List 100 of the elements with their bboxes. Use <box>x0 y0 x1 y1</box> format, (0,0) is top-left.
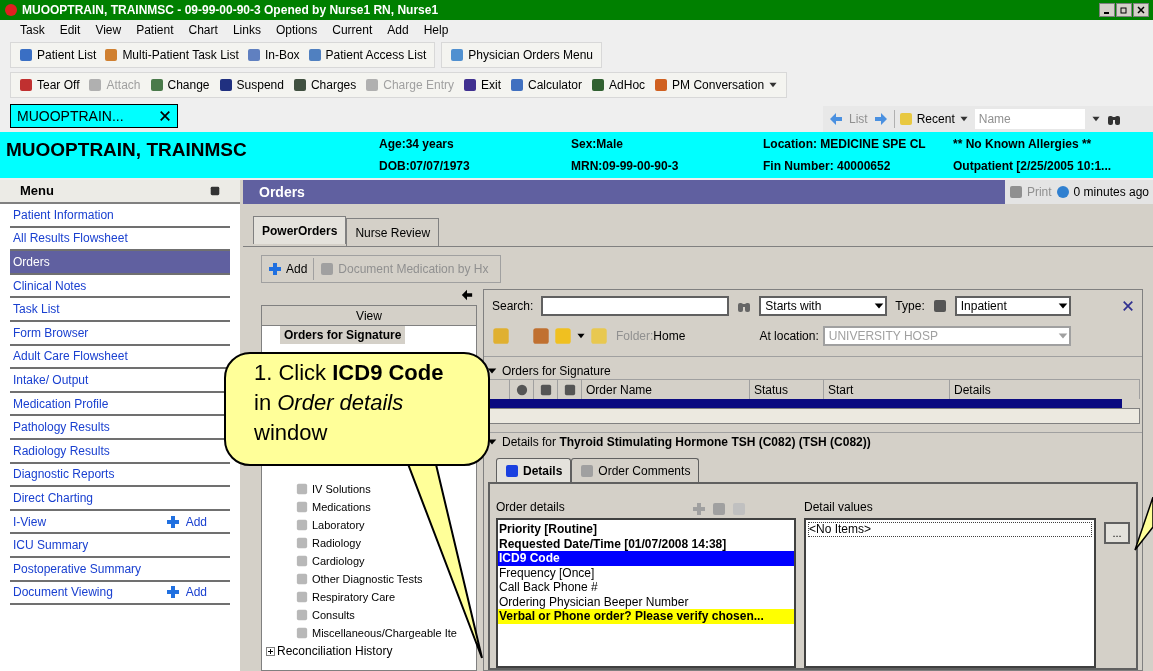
sidebar-item[interactable]: ICU Summary <box>10 534 230 558</box>
window-title: MUOOPTRAIN, TRAINMSC - 09-99-00-90-3 Opened by Nurse1 RN, Nurse1 <box>22 2 439 19</box>
tree-item[interactable]: IV Solutions <box>262 480 476 498</box>
menu-item[interactable]: Add <box>387 21 409 39</box>
restore-icon <box>1120 6 1128 14</box>
toolbar-button[interactable]: PM Conversation <box>654 76 779 94</box>
banner-field: DOB:07/07/1973 <box>379 157 571 175</box>
banner-field: Sex:Male <box>571 135 763 153</box>
plus-icon <box>268 262 282 276</box>
toolbar-button[interactable]: Patient Access List <box>307 46 427 64</box>
menu-item[interactable]: Patient <box>136 21 174 39</box>
type-dropdown[interactable]: Inpatient <box>954 296 1071 316</box>
order-detail-row[interactable]: Call Back Phone # <box>498 580 794 595</box>
tree-item[interactable]: Miscellaneous/Chargeable Ite <box>262 624 476 642</box>
tab[interactable]: PowerOrders <box>253 216 347 244</box>
tab[interactable]: Order Comments <box>571 458 700 482</box>
tree-item[interactable]: Respiratory Care <box>262 588 476 606</box>
tree-header: View <box>262 306 476 326</box>
tooltip-pointer <box>1134 497 1153 551</box>
tree-item[interactable]: Other Diagnostic Tests <box>262 570 476 588</box>
sidebar-item[interactable]: Clinical Notes <box>10 274 230 299</box>
sidebar-item[interactable]: Direct Charting <box>10 487 230 511</box>
order-detail-row[interactable]: Requested Date/Time [01/07/2008 14:38] <box>498 536 794 551</box>
menu-item[interactable]: Current <box>332 21 373 39</box>
tree-item[interactable]: Radiology <box>262 534 476 552</box>
toolbar-button[interactable]: Calculator <box>510 76 583 94</box>
banner-field: Location: MEDICINE SPE CL <box>763 135 953 153</box>
banner-field: Fin Number: 40000652 <box>763 157 953 175</box>
order-details-label: Order details <box>496 499 565 516</box>
close-button[interactable] <box>1133 3 1149 17</box>
folder-path: Folder:Home <box>616 328 686 345</box>
close-icon <box>1137 6 1145 14</box>
order-detail-row[interactable]: ICD9 Code <box>498 551 794 566</box>
sidebar-item[interactable]: Patient Information <box>10 204 230 228</box>
checkbox-icon <box>296 591 308 603</box>
tree-item[interactable]: Laboratory <box>262 516 476 534</box>
toolbar-button[interactable]: In-Box <box>246 46 300 64</box>
patient-tab[interactable]: MUOOPTRAIN... <box>10 104 178 128</box>
recent-button[interactable]: Recent <box>893 110 969 128</box>
detail-values-label: Detail values <box>804 499 874 516</box>
action-button[interactable]: Add <box>262 258 314 280</box>
orders-title: Orders <box>259 182 305 202</box>
tree-item[interactable]: Medications <box>262 498 476 516</box>
toolbar-button[interactable]: Physician Orders Menu <box>450 46 593 64</box>
banner-field: ** No Known Allergies ** <box>953 135 1147 153</box>
plus-icon <box>165 514 180 529</box>
tree-item[interactable]: Cardiology <box>262 552 476 570</box>
sidebar-item[interactable]: Postoperative Summary <box>10 557 230 582</box>
tab[interactable]: Nurse Review <box>346 218 440 246</box>
banner-field: Age:34 years <box>379 135 571 153</box>
tab[interactable]: Details <box>496 458 572 482</box>
toolbar-button[interactable]: Charges <box>292 76 357 94</box>
toolbar-button[interactable]: Suspend <box>218 76 284 94</box>
tree-item[interactable]: Consults <box>262 606 476 624</box>
toolbar-button[interactable]: Change <box>149 76 210 94</box>
detail-value[interactable]: <No Items> <box>808 522 1092 537</box>
sidebar-item[interactable]: Adult Care Flowsheet <box>10 345 230 370</box>
toolbar-button[interactable]: Tear Off <box>19 76 80 94</box>
checkbox-icon <box>296 609 308 621</box>
toolbar-button[interactable]: Multi-Patient Task List <box>104 46 239 64</box>
add-button[interactable]: Add <box>165 512 207 531</box>
order-detail-row[interactable]: Verbal or Phone order? Please verify chosen... <box>498 609 794 624</box>
sidebar-item[interactable]: Orders <box>10 251 230 275</box>
sidebar-item[interactable]: Task List <box>10 298 230 322</box>
order-detail-row[interactable]: Priority [Routine] <box>498 522 794 537</box>
sidebar-item[interactable]: Diagnostic Reports <box>10 463 230 488</box>
menu-item[interactable]: Edit <box>59 21 81 39</box>
details-title: Details for Thyroid Stimulating Hormone TSH (C082) (TSH (C082)) <box>502 433 871 451</box>
add-button[interactable]: Add <box>165 583 207 602</box>
tree-item[interactable]: Reconciliation History <box>262 642 476 660</box>
menu-item[interactable]: Chart <box>188 21 218 39</box>
menu-item[interactable]: Links <box>232 21 261 39</box>
browse-button[interactable]: ... <box>1104 522 1130 544</box>
location-label: At location: <box>759 328 819 345</box>
checkbox-icon <box>296 573 308 585</box>
sidebar-item[interactable]: Form Browser <box>10 321 230 346</box>
menu-item[interactable]: Options <box>275 21 318 39</box>
name-field[interactable]: Name <box>974 109 1085 129</box>
match-type-dropdown[interactable]: Starts with <box>759 296 888 316</box>
toolbar-button[interactable]: Patient List <box>19 46 97 64</box>
caret-icon <box>576 331 586 341</box>
minimize-button[interactable] <box>1099 3 1115 17</box>
menu-item[interactable]: View <box>95 21 122 39</box>
toolbar-button[interactable]: Exit <box>463 76 501 94</box>
sidebar-item[interactable]: Document Viewing Add <box>10 581 230 606</box>
order-detail-row[interactable]: Frequency [Once] <box>498 565 794 580</box>
plus-icon <box>165 585 180 600</box>
order-detail-row[interactable]: Ordering Physician Beeper Number <box>498 594 794 609</box>
sidebar-item[interactable]: I-View Add <box>10 510 230 535</box>
tree-heading[interactable]: Orders for Signature <box>280 326 406 344</box>
menu-item[interactable]: Help <box>423 21 449 39</box>
checkbox-icon <box>296 555 308 567</box>
search-field[interactable] <box>541 296 730 316</box>
expand-icon[interactable] <box>266 646 275 656</box>
instruction-tooltip: 1. Click ICD9 Code in Order details window <box>224 352 490 466</box>
toolbar-button[interactable]: AdHoc <box>591 76 646 94</box>
restore-button[interactable] <box>1116 3 1132 17</box>
caret-icon <box>958 114 969 124</box>
menu-item[interactable]: Task <box>20 21 45 39</box>
type-label: Type: <box>895 298 925 315</box>
